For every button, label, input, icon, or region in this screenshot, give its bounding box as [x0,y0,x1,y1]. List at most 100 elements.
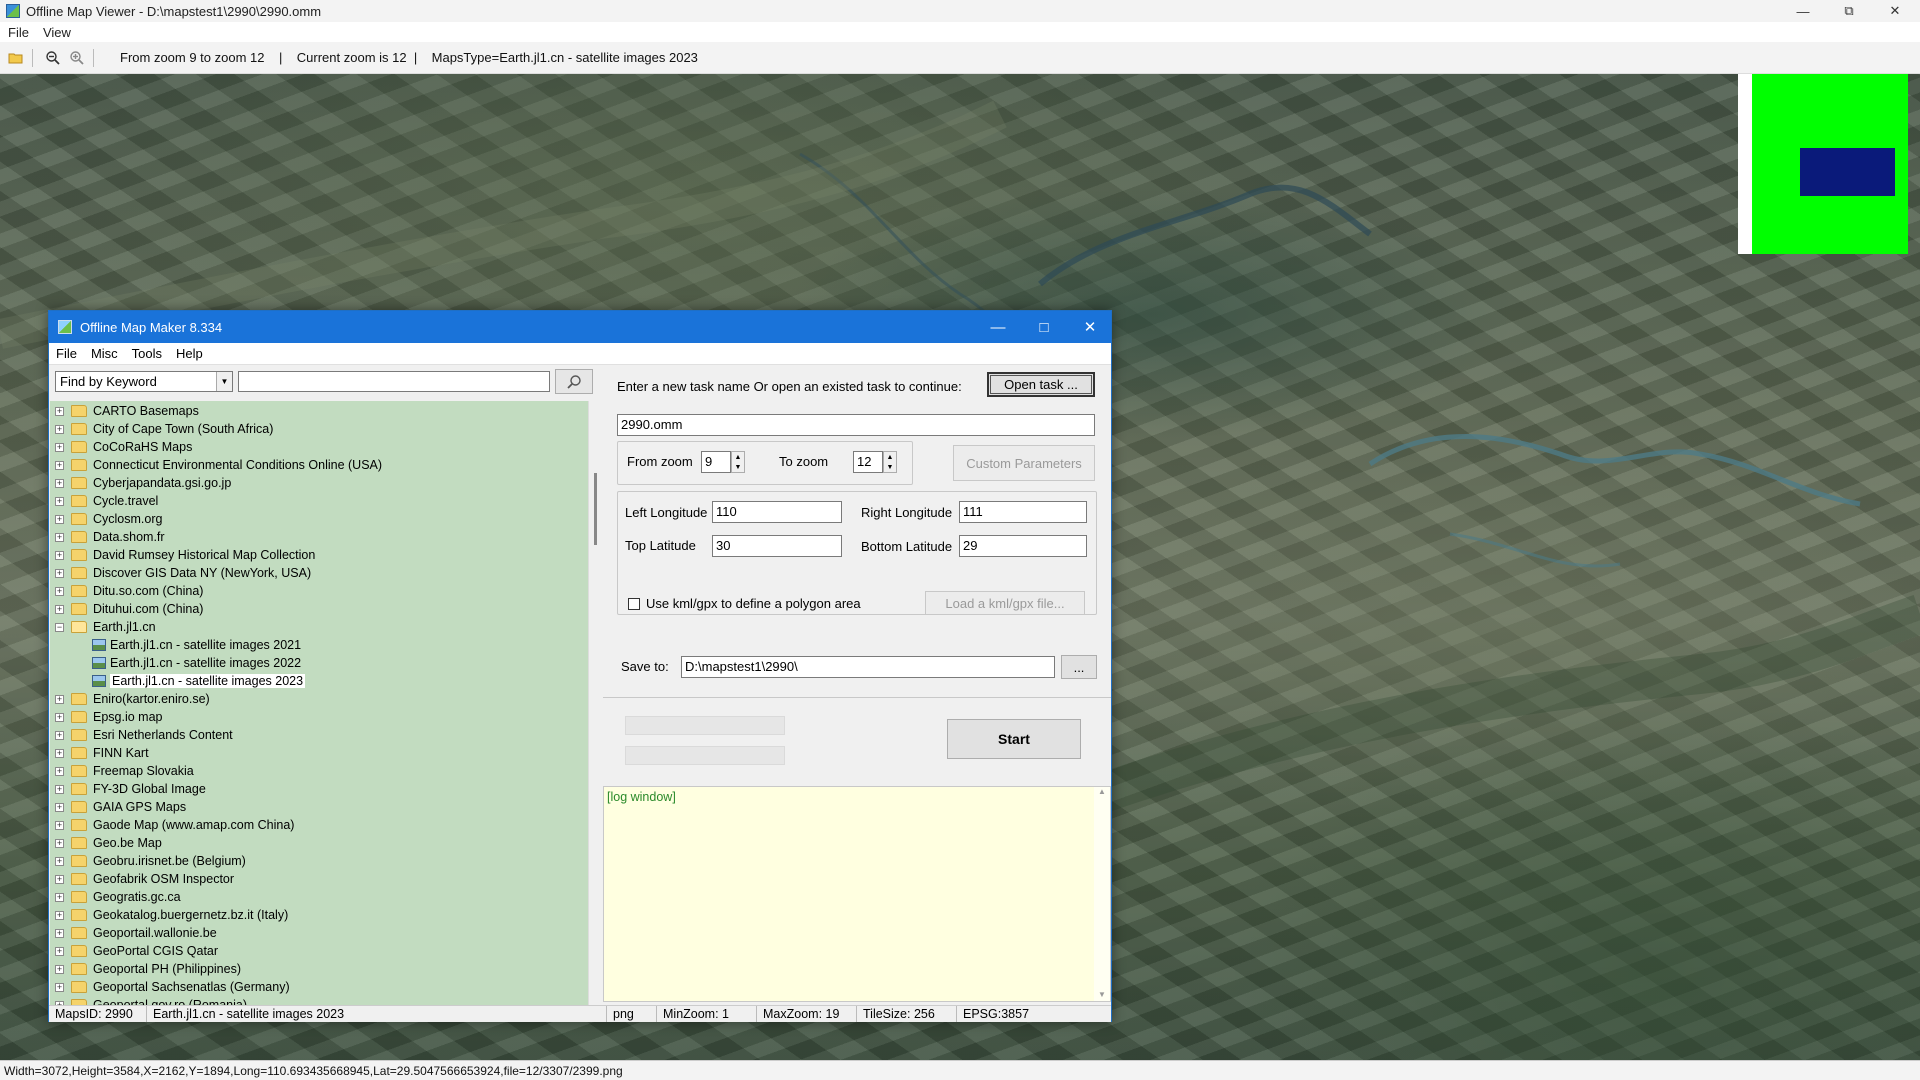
expand-icon[interactable]: + [55,802,64,812]
tree-item[interactable]: + Geoportal PH (Philippines) [50,960,241,978]
menu-view[interactable]: View [43,25,71,40]
minimap-viewport[interactable] [1800,148,1895,196]
dialog-close-icon[interactable]: ✕ [1067,311,1113,343]
expand-icon[interactable]: + [55,874,64,884]
find-mode-select[interactable]: Find by Keyword ▼ [55,371,233,392]
tree-item[interactable]: − Earth.jl1.cn [50,618,156,636]
tree-item[interactable]: + Geoportal Sachsenatlas (Germany) [50,978,290,996]
tree-item[interactable]: + GeoPortal CGIS Qatar [50,942,218,960]
expand-icon[interactable]: + [55,928,64,938]
dialog-menu-misc[interactable]: Misc [91,346,118,361]
tree-item[interactable]: Earth.jl1.cn - satellite images 2023 [50,672,306,690]
tree-item[interactable]: + Connecticut Environmental Conditions On… [50,456,382,474]
expand-icon[interactable]: + [55,514,64,524]
expand-icon[interactable]: + [55,604,64,614]
expand-icon[interactable]: + [55,406,64,416]
tree-scrollbar-thumb[interactable] [594,473,597,545]
menu-file[interactable]: File [8,25,29,40]
tree-item[interactable]: + Discover GIS Data NY (NewYork, USA) [50,564,311,582]
expand-icon[interactable]: + [55,694,64,704]
expand-icon[interactable]: + [55,442,64,452]
tree-item[interactable]: + Gaode Map (www.amap.com China) [50,816,294,834]
expand-icon[interactable]: + [55,496,64,506]
tree-item[interactable]: + Geokatalog.buergernetz.bz.it (Italy) [50,906,288,924]
zoom-out-icon[interactable] [43,48,63,68]
tree-item[interactable]: + Eniro(kartor.eniro.se) [50,690,210,708]
expand-icon[interactable]: + [55,946,64,956]
tree-item[interactable]: + FINN Kart [50,744,149,762]
to-zoom-input[interactable]: 12 [853,451,883,473]
overview-minimap[interactable] [1738,74,1908,254]
expand-icon[interactable]: + [55,532,64,542]
close-icon[interactable]: ✕ [1872,0,1918,22]
dialog-menu-tools[interactable]: Tools [132,346,162,361]
task-name-input[interactable]: 2990.omm [617,414,1095,436]
left-longitude-input[interactable]: 110 [712,501,842,523]
expand-icon[interactable]: + [55,748,64,758]
use-kml-checkbox[interactable] [628,598,640,610]
minimize-icon[interactable]: — [1780,0,1826,22]
custom-parameters-button[interactable]: Custom Parameters [953,445,1095,481]
tree-item[interactable]: + Data.shom.fr [50,528,165,546]
right-longitude-input[interactable]: 111 [959,501,1087,523]
log-scrollbar[interactable]: ▲ ▼ [1094,787,1110,1001]
tree-item[interactable]: + Geogratis.gc.ca [50,888,181,906]
load-kml-button[interactable]: Load a kml/gpx file... [925,591,1085,615]
expand-icon[interactable]: + [55,784,64,794]
tree-item[interactable]: + Cyberjapandata.gsi.go.jp [50,474,231,492]
tree-item[interactable]: + Esri Netherlands Content [50,726,233,744]
tree-item[interactable]: + Geo.be Map [50,834,162,852]
expand-icon[interactable]: + [55,910,64,920]
tree-item[interactable]: + Freemap Slovakia [50,762,194,780]
open-folder-icon[interactable] [6,48,26,68]
tree-item[interactable]: + FY-3D Global Image [50,780,206,798]
expand-icon[interactable]: + [55,550,64,560]
restore-icon[interactable]: ⧉ [1826,0,1872,22]
log-window[interactable]: [log window] ▲ ▼ [603,786,1111,1002]
tree-item[interactable]: + Geobru.irisnet.be (Belgium) [50,852,246,870]
zoom-in-icon[interactable] [67,48,87,68]
tree-item[interactable]: + Geoportail.wallonie.be [50,924,217,942]
search-button[interactable] [555,369,593,394]
dialog-menu-help[interactable]: Help [176,346,203,361]
search-input[interactable] [238,371,550,392]
tree-item[interactable]: + CARTO Basemaps [50,402,199,420]
tree-item[interactable]: + David Rumsey Historical Map Collection [50,546,315,564]
expand-icon[interactable]: + [55,892,64,902]
expand-icon[interactable]: + [55,838,64,848]
dialog-maximize-icon[interactable]: □ [1021,311,1067,343]
expand-icon[interactable]: + [55,568,64,578]
start-button[interactable]: Start [947,719,1081,759]
tree-item[interactable]: + Geoportal.gov.ro (Romania) [50,996,247,1005]
dialog-minimize-icon[interactable]: — [975,311,1021,343]
map-source-tree[interactable]: + CARTO Basemaps + City of Cape Town (South… [50,401,588,1005]
open-task-button[interactable]: Open task ... [987,372,1095,397]
tree-item[interactable]: + Geofabrik OSM Inspector [50,870,234,888]
expand-icon[interactable]: + [55,586,64,596]
tree-item[interactable]: + City of Cape Town (South Africa) [50,420,273,438]
tree-item[interactable]: + Ditu.so.com (China) [50,582,203,600]
chevron-down-icon[interactable]: ▼ [216,372,232,391]
collapse-icon[interactable]: − [55,622,64,632]
expand-icon[interactable]: + [55,478,64,488]
expand-icon[interactable]: + [55,424,64,434]
tree-scrollbar[interactable] [588,401,604,1005]
browse-button[interactable]: ... [1061,655,1097,679]
scroll-down-icon[interactable]: ▼ [1094,990,1110,999]
from-zoom-stepper[interactable]: ▲ ▼ [731,451,745,473]
expand-icon[interactable]: + [55,730,64,740]
save-path-input[interactable]: D:\mapstest1\2990\ [681,656,1055,678]
tree-item[interactable]: Earth.jl1.cn - satellite images 2022 [50,654,301,672]
to-zoom-stepper[interactable]: ▲ ▼ [883,451,897,473]
expand-icon[interactable]: + [55,964,64,974]
expand-icon[interactable]: + [55,982,64,992]
expand-icon[interactable]: + [55,820,64,830]
tree-item[interactable]: + GAIA GPS Maps [50,798,186,816]
top-latitude-input[interactable]: 30 [712,535,842,557]
expand-icon[interactable]: + [55,766,64,776]
tree-item[interactable]: + Cycle.travel [50,492,158,510]
tree-item[interactable]: + CoCoRaHS Maps [50,438,192,456]
bottom-latitude-input[interactable]: 29 [959,535,1087,557]
tree-item[interactable]: Earth.jl1.cn - satellite images 2021 [50,636,301,654]
scroll-up-icon[interactable]: ▲ [1094,787,1110,796]
